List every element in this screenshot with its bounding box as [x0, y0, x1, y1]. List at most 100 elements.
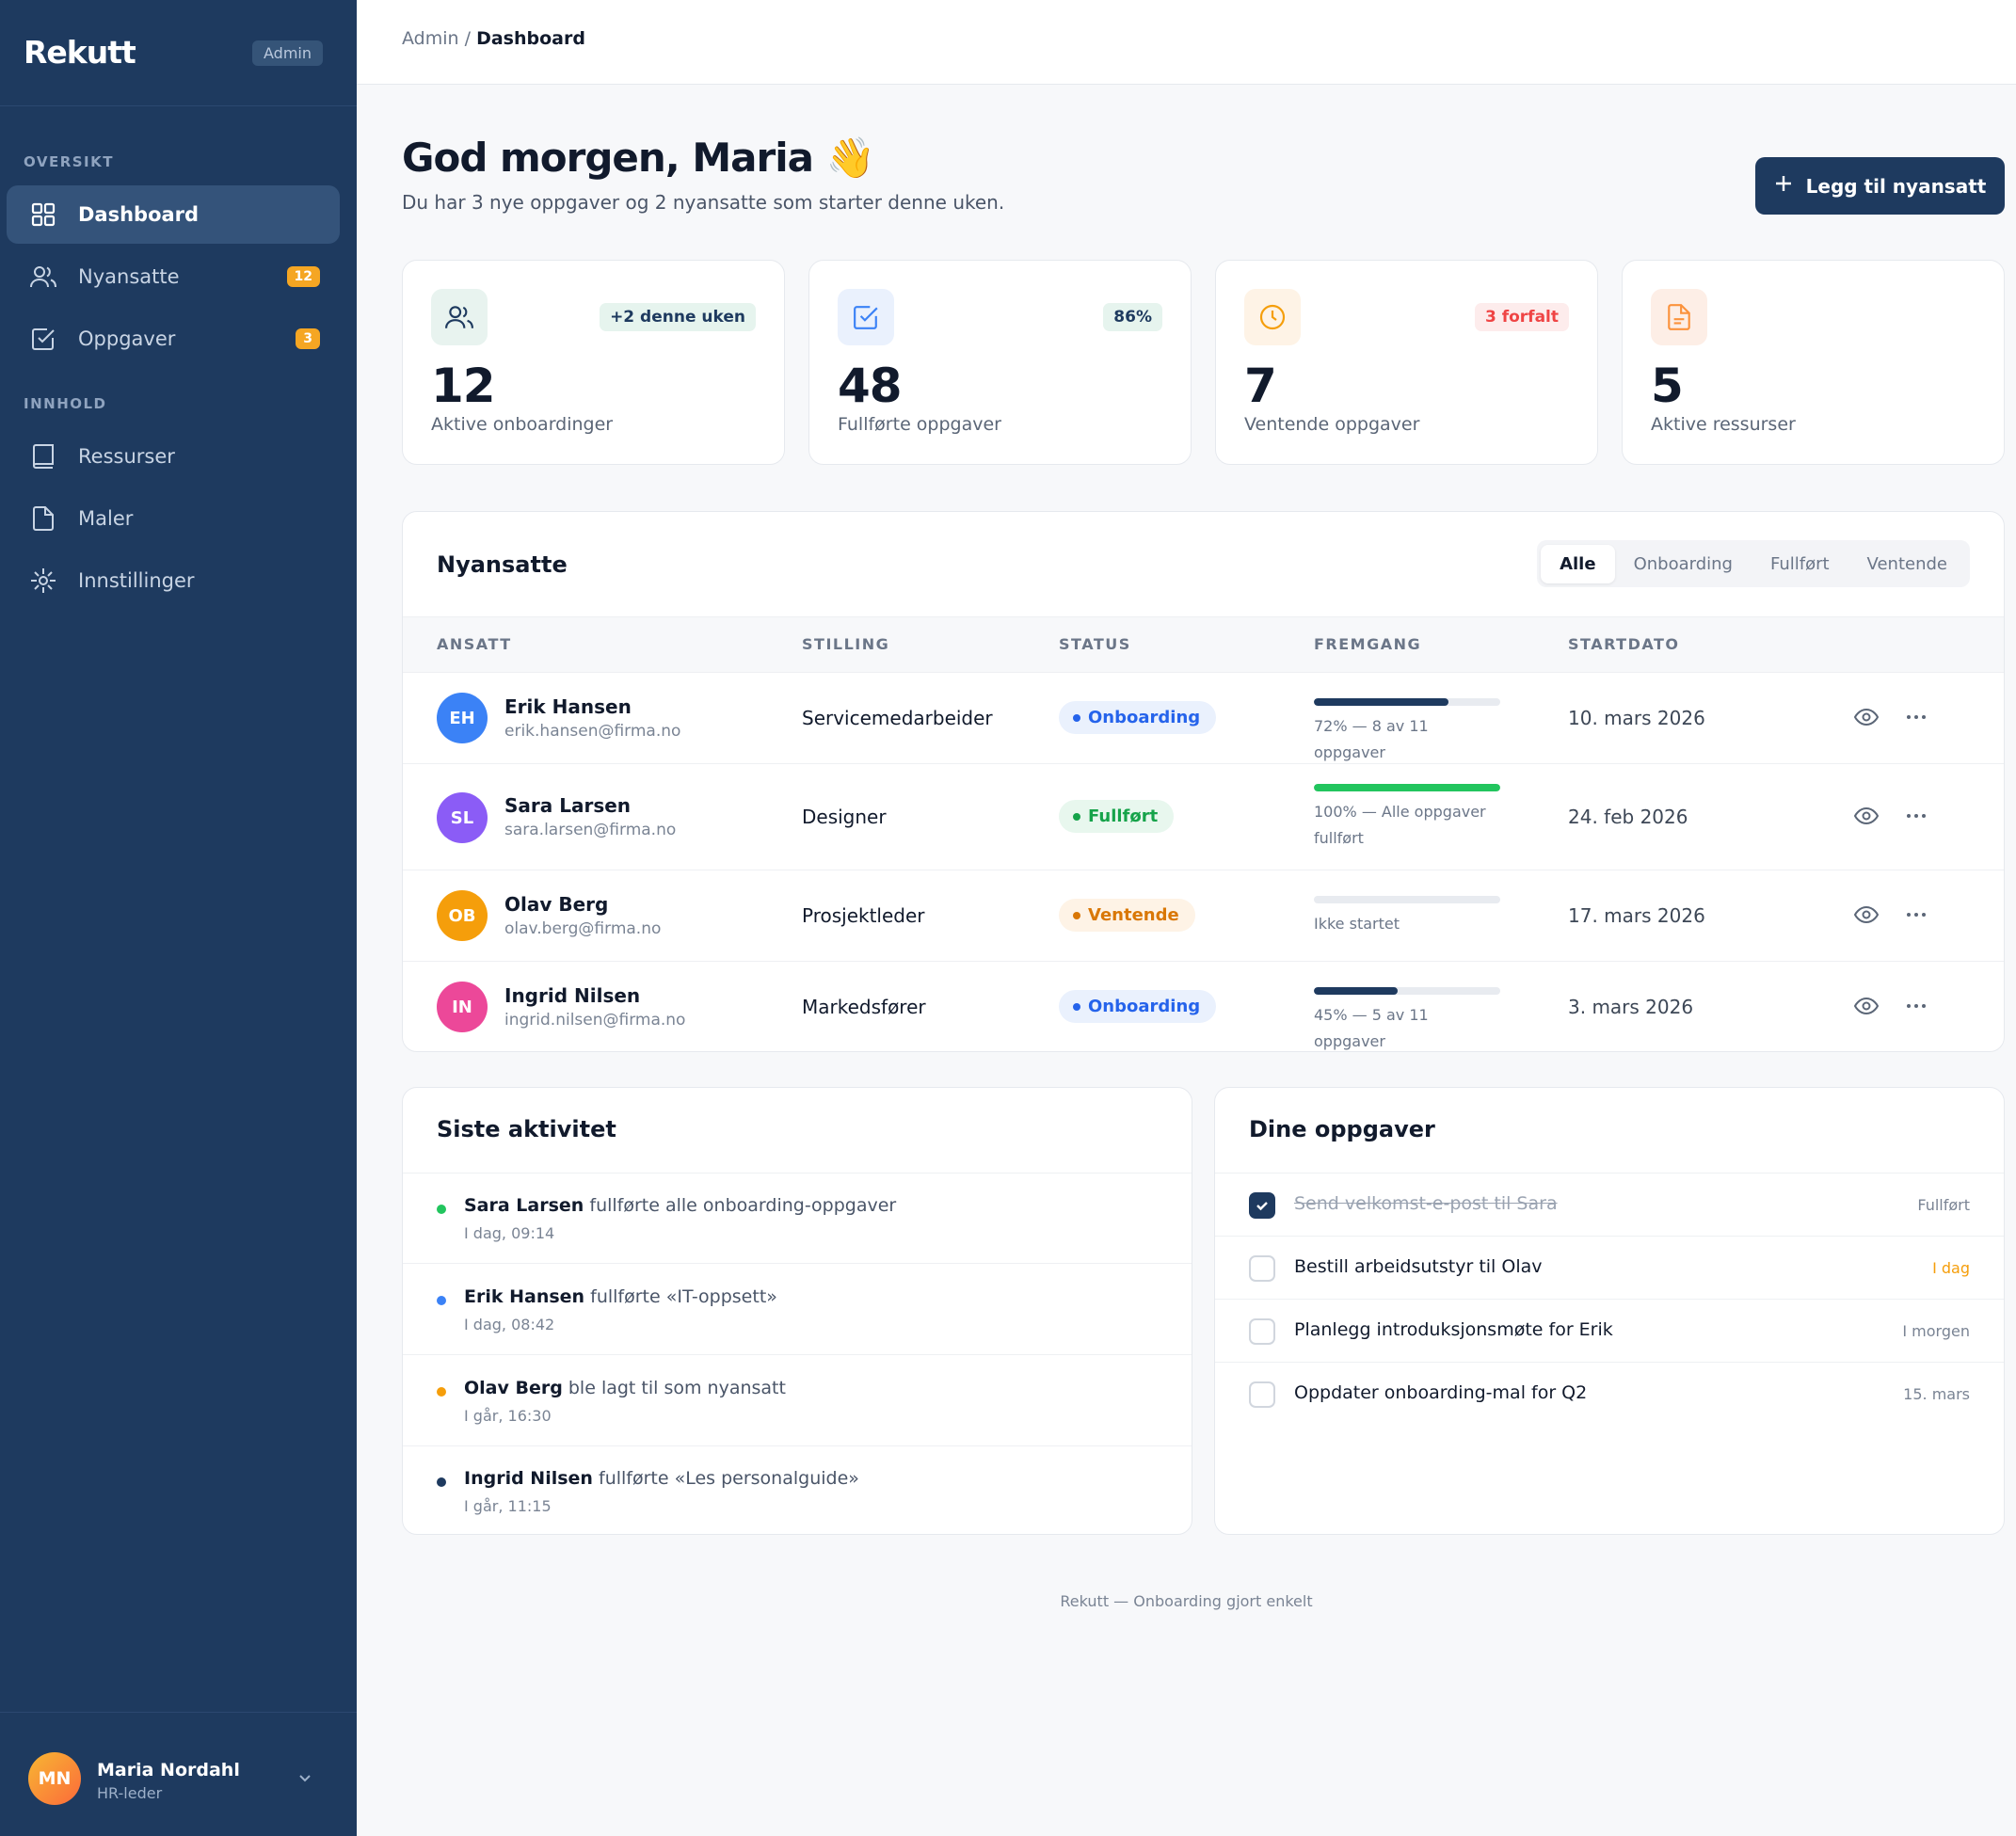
tab-fullfort[interactable]: Fullført [1752, 545, 1848, 583]
sidebar-item-label: Oppgaver [78, 327, 176, 350]
user-role: HR-leder [97, 1784, 163, 1802]
activity-dot [437, 1477, 446, 1487]
employee-name[interactable]: Erik Hansen [504, 695, 632, 718]
task-due: Fullført [1917, 1196, 1970, 1214]
panel-title: Nyansatte [437, 551, 568, 578]
task-checkbox[interactable] [1249, 1192, 1275, 1219]
status-badge: Ventende [1059, 899, 1195, 932]
progress-text: Ikke startet [1314, 915, 1400, 933]
table-row[interactable]: OB Olav Berg olav.berg@firma.no Prosjekt… [403, 870, 2004, 962]
more-icon[interactable] [1906, 709, 1927, 729]
column-header[interactable]: STARTDATO [1568, 635, 1680, 653]
stat-badge: 3 forfalt [1474, 303, 1569, 331]
activity-time: I går, 11:15 [464, 1497, 552, 1515]
sidebar-item-label: Dashboard [78, 203, 200, 226]
column-header[interactable]: ANSATT [437, 635, 512, 653]
list-item: Olav Berg ble lagt til som nyansatt I gå… [403, 1356, 1192, 1446]
task-checkbox[interactable] [1249, 1255, 1275, 1282]
panel-title: Dine oppgaver [1249, 1116, 1435, 1142]
add-employee-button[interactable]: Legg til nyansatt [1755, 157, 2005, 215]
sidebar-item-dashboard[interactable]: Dashboard [7, 185, 340, 244]
settings-icon [27, 565, 59, 597]
sidebar-item-oppgaver[interactable]: Oppgaver 3 [7, 310, 340, 368]
tab-ventende[interactable]: Ventende [1848, 545, 1966, 583]
task-due: I dag [1932, 1259, 1970, 1277]
panel-title: Siste aktivitet [437, 1116, 616, 1142]
stat-card-active-resources: 5 Aktive ressurser [1622, 260, 2005, 465]
start-date: 10. mars 2026 [1568, 707, 1705, 729]
activity-dot [437, 1296, 446, 1305]
avatar: EH [437, 693, 488, 743]
tab-alle[interactable]: Alle [1541, 544, 1615, 583]
task-due: 15. mars [1903, 1385, 1970, 1403]
sidebar-item-maler[interactable]: Maler [7, 489, 340, 548]
table-row[interactable]: SL Sara Larsen sara.larsen@firma.no Desi… [403, 764, 2004, 870]
chevron-down-icon[interactable] [296, 1769, 313, 1790]
task-text[interactable]: Planlegg introduksjonsmøte for Erik [1294, 1319, 1613, 1340]
sidebar-item-innstillinger[interactable]: Innstillinger [7, 551, 340, 610]
eye-icon[interactable] [1853, 707, 1880, 731]
eye-icon[interactable] [1853, 904, 1880, 929]
status-badge: Fullført [1059, 800, 1175, 833]
activity-panel: Siste aktivitet Sara Larsen fullførte al… [402, 1087, 1192, 1535]
employee-name[interactable]: Olav Berg [504, 893, 608, 916]
more-icon[interactable] [1906, 998, 1927, 1018]
task-text[interactable]: Bestill arbeidsutstyr til Olav [1294, 1256, 1543, 1277]
start-date: 3. mars 2026 [1568, 996, 1694, 1018]
oppgaver-count-badge: 3 [296, 328, 320, 349]
page-subtitle: Du har 3 nye oppgaver og 2 nyansatte som… [402, 191, 1005, 214]
status-badge: Onboarding [1059, 701, 1217, 734]
table-row[interactable]: IN Ingrid Nilsen ingrid.nilsen@firma.no … [403, 962, 2004, 1051]
stat-label: Aktive onboardinger [431, 414, 614, 435]
app-logo[interactable]: Rekutt [24, 34, 136, 71]
start-date: 17. mars 2026 [1568, 904, 1705, 927]
table-row[interactable]: EH Erik Hansen erik.hansen@firma.no Serv… [403, 673, 2004, 764]
eye-icon[interactable] [1853, 996, 1880, 1020]
task-checkbox[interactable] [1249, 1381, 1275, 1408]
stat-value: 12 [431, 359, 496, 413]
sidebar-item-nyansatte[interactable]: Nyansatte 12 [7, 247, 340, 306]
employee-name[interactable]: Sara Larsen [504, 794, 631, 817]
task-checkbox[interactable] [1249, 1318, 1275, 1345]
eye-icon[interactable] [1853, 806, 1880, 830]
avatar: IN [437, 982, 488, 1032]
employee-email: erik.hansen@firma.no [504, 722, 681, 741]
breadcrumb-parent[interactable]: Admin [402, 28, 459, 49]
more-icon[interactable] [1906, 906, 1927, 927]
employees-panel: Nyansatte Alle Onboarding Fullført Vente… [402, 511, 2005, 1052]
sidebar-item-label: Innstillinger [78, 569, 195, 592]
user-avatar: MN [28, 1752, 81, 1805]
tasks-panel: Dine oppgaver Send velkomst-e-post til S… [1214, 1087, 2005, 1535]
checkbox-icon [838, 289, 894, 345]
employee-name[interactable]: Ingrid Nilsen [504, 984, 640, 1007]
employee-email: ingrid.nilsen@firma.no [504, 1011, 686, 1030]
progress-text: 45% — 5 av 11 oppgaver [1314, 1006, 1429, 1050]
footer-text: Rekutt — Onboarding gjort enkelt [1060, 1592, 1313, 1610]
sidebar-item-ressurser[interactable]: Ressurser [7, 427, 340, 486]
stat-label: Ventende oppgaver [1244, 414, 1420, 435]
employee-email: olav.berg@firma.no [504, 919, 662, 938]
sidebar-item-label: Maler [78, 507, 134, 530]
stat-value: 48 [838, 359, 903, 413]
sidebar-item-label: Nyansatte [78, 265, 180, 288]
employee-position: Servicemedarbeider [802, 707, 993, 729]
column-header[interactable]: STATUS [1059, 635, 1131, 653]
task-item: Planlegg introduksjonsmøte for Erik I mo… [1215, 1300, 2004, 1363]
task-text[interactable]: Send velkomst-e-post til Sara [1294, 1193, 1558, 1214]
table-header: ANSATT STILLING STATUS FREMGANG STARTDAT… [403, 616, 2004, 673]
stat-label: Fullførte oppgaver [838, 414, 1001, 435]
activity-text: Olav Berg ble lagt til som nyansatt [464, 1378, 786, 1398]
file-icon [27, 503, 59, 535]
user-menu[interactable]: MN Maria Nordahl HR-leder [0, 1712, 357, 1836]
stat-badge: +2 denne uken [600, 303, 756, 331]
activity-text: Sara Larsen fullførte alle onboarding-op… [464, 1195, 897, 1216]
topbar: Admin / Dashboard [357, 0, 2016, 85]
more-icon[interactable] [1906, 807, 1927, 828]
column-header[interactable]: FREMGANG [1314, 635, 1421, 653]
task-text[interactable]: Oppdater onboarding-mal for Q2 [1294, 1382, 1587, 1403]
column-header[interactable]: STILLING [802, 635, 889, 653]
tab-onboarding[interactable]: Onboarding [1615, 545, 1752, 583]
task-item: Bestill arbeidsutstyr til Olav I dag [1215, 1237, 2004, 1300]
activity-dot [437, 1387, 446, 1397]
list-item: Ingrid Nilsen fullførte «Les personalgui… [403, 1446, 1192, 1534]
